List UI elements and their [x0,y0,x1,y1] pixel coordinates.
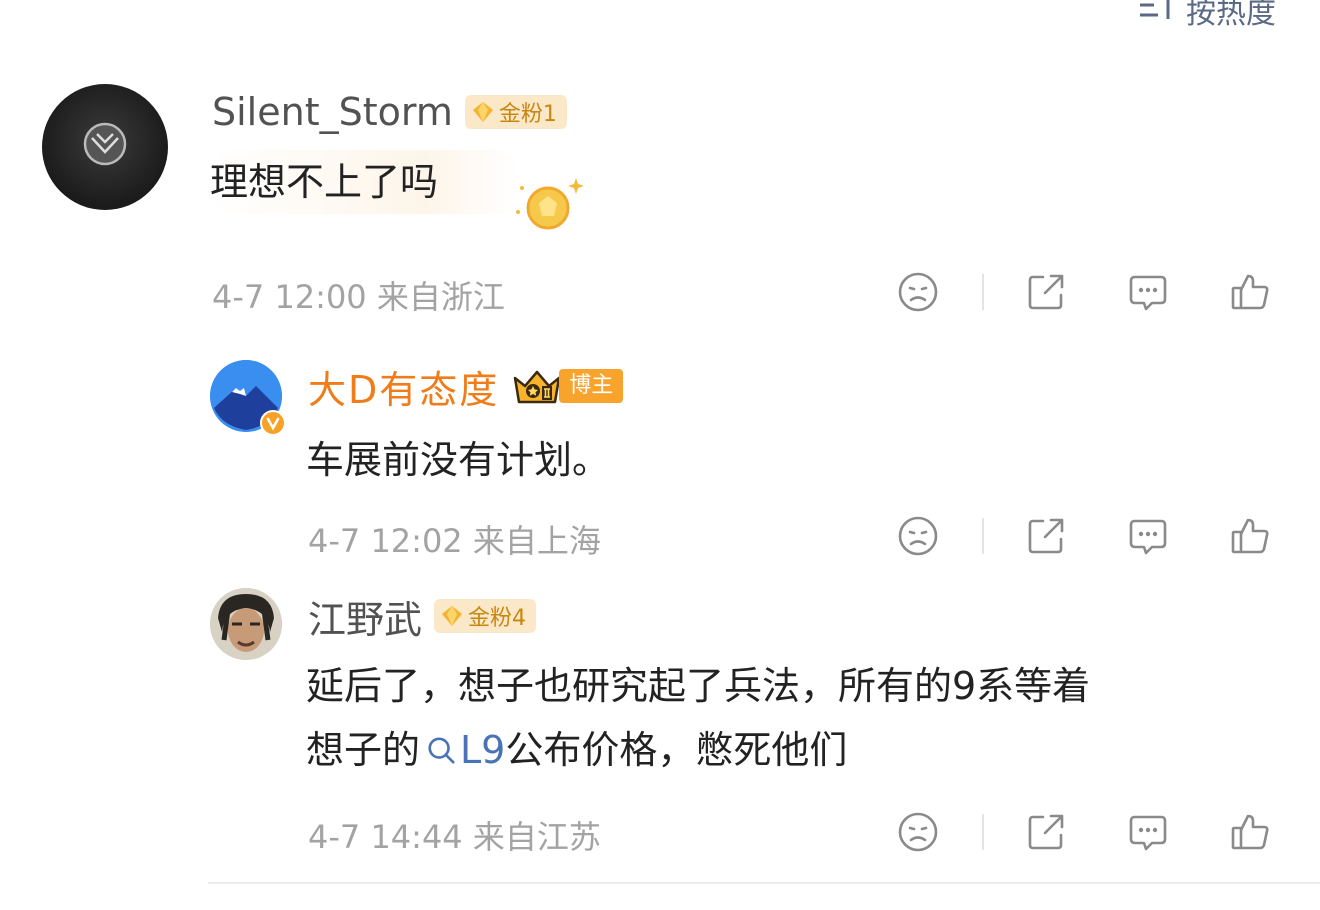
verified-icon [260,410,286,436]
reply-button[interactable] [1126,270,1170,314]
like-button[interactable] [1228,270,1272,314]
sort-by-heat-button[interactable]: 按热度 [1138,0,1276,32]
comment-icon [1129,815,1167,851]
share-icon [1028,518,1064,554]
comment-actions [896,514,1272,558]
search-icon [428,737,455,764]
avatar-jiangyewu[interactable] [210,588,282,660]
like-button[interactable] [1228,810,1272,854]
gold-medal-decoration-icon [516,178,584,230]
comment-text-part: 想子的 [306,728,421,772]
dislike-button[interactable] [896,514,940,558]
avatar-blogger[interactable] [210,360,286,436]
diamond-icon [442,606,463,626]
shield-logo-icon [83,122,127,166]
comment-text: 车展前没有计划。 [306,438,611,482]
divider [982,274,984,310]
like-icon [1231,814,1269,850]
comment-actions [896,810,1272,854]
share-button[interactable] [1024,270,1068,314]
comment-2-header: 大D有态度 博主 [308,359,624,414]
share-button[interactable] [1024,810,1068,854]
gold-fan-badge[interactable]: 金粉1 [464,95,567,129]
share-icon [1028,274,1064,310]
divider [982,814,984,850]
username[interactable]: 大D有态度 [308,359,499,414]
gold-fan-badge[interactable]: 金粉4 [434,599,537,633]
comment-1-header: Silent_Storm 金粉1 [212,86,567,138]
comment-3-header: 江野武 金粉4 [308,589,537,644]
comment-meta: 4-7 12:00 来自浙江 [212,272,505,318]
reply-button[interactable] [1126,514,1170,558]
crown-icon [514,370,561,404]
comment-icon [1129,519,1167,555]
comment-meta: 4-7 12:02 来自上海 [308,516,601,562]
username[interactable]: 江野武 [308,589,422,644]
comment-text-part: 公布价格，憋死他们 [505,728,848,772]
diamond-icon [472,102,493,122]
dislike-icon [898,812,938,852]
avatar-silent-storm[interactable] [42,84,168,210]
like-button[interactable] [1228,514,1272,558]
comment-text-line-1: 延后了，想子也研究起了兵法，所有的9系等着 [306,664,1091,708]
dislike-button[interactable] [896,810,940,854]
sort-icon [1138,0,1176,31]
comment-actions [896,270,1272,314]
comment-location: 来自浙江 [376,278,505,316]
reply-button[interactable] [1126,810,1170,854]
comment-text: 理想不上了吗 [210,150,519,214]
comment-text-line-2: 想子的 L9公布价格，憋死他们 [306,718,847,782]
thread-divider [208,882,1320,884]
comment-icon [1129,275,1167,311]
dislike-button[interactable] [896,270,940,314]
portrait-illustration-icon [210,588,282,660]
comment-time: 4-7 14:44 [308,818,463,856]
dislike-icon [898,516,938,556]
dislike-icon [898,272,938,312]
comment-location: 来自江苏 [472,818,601,856]
topic-link[interactable]: L9 [420,728,505,772]
divider [982,518,984,554]
username[interactable]: Silent_Storm [212,90,453,134]
like-icon [1231,274,1269,310]
comment-time: 4-7 12:00 [212,278,367,316]
blogger-badge[interactable]: 博主 [511,366,624,406]
sort-label: 按热度 [1186,0,1276,31]
comment-meta: 4-7 14:44 来自江苏 [308,812,601,858]
share-button[interactable] [1024,514,1068,558]
comment-location: 来自上海 [472,522,601,560]
topic-label: L9 [460,728,506,772]
comment-time: 4-7 12:02 [308,522,463,560]
like-icon [1231,518,1269,554]
badge-label: 金粉4 [468,606,527,631]
badge-label: 博主 [559,369,624,403]
share-icon [1028,814,1064,850]
badge-label: 金粉1 [498,102,557,127]
